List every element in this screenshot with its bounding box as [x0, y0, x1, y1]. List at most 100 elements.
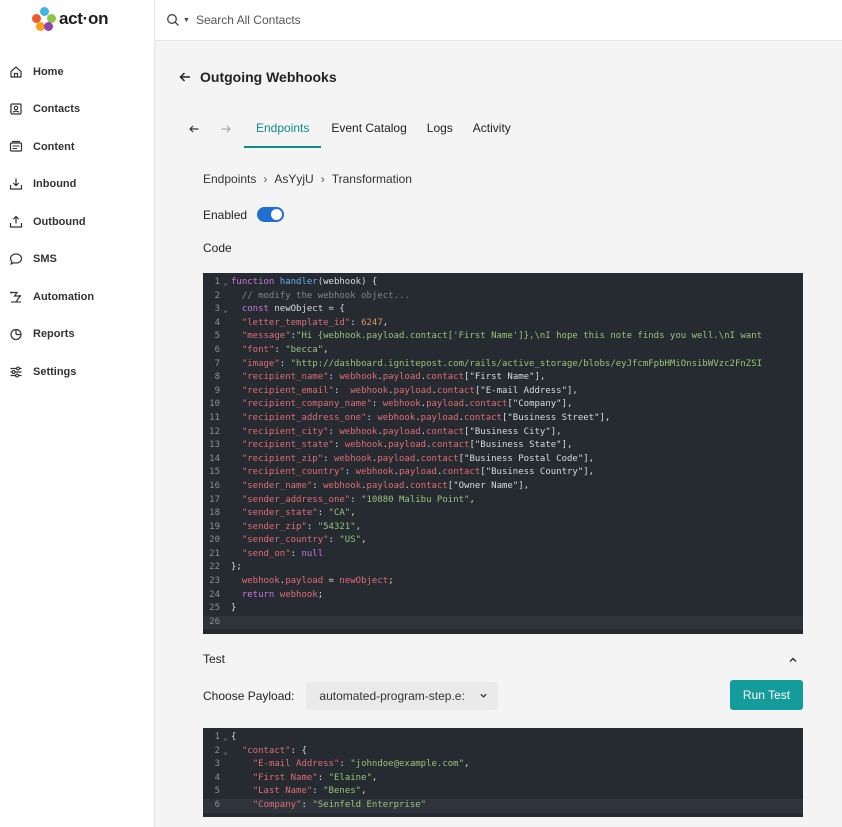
line-number: 21: [209, 548, 220, 559]
sidebar-item-home[interactable]: Home: [0, 53, 155, 91]
tab-endpoints[interactable]: Endpoints: [244, 114, 322, 148]
sidebar-item-reports[interactable]: Reports: [0, 316, 155, 354]
code-token: "First Name": [252, 772, 318, 783]
sidebar-nav: Home Contacts Content Inbound Outbound S…: [0, 53, 155, 391]
code-token: webhook: [323, 480, 362, 491]
line-number: 26: [209, 616, 220, 627]
code-token: contact: [409, 480, 448, 491]
fold-toggle-icon[interactable]: ⌄: [220, 303, 231, 317]
code-line: 9 "recipient_email": webhook.payload.con…: [203, 385, 803, 399]
sidebar-item-label: Reports: [33, 328, 75, 341]
code-token: contact: [420, 453, 459, 464]
payload-select[interactable]: automated-program-step.e:: [306, 682, 499, 710]
contacts-icon: [9, 102, 23, 116]
code-token: webhook: [241, 576, 280, 587]
code-text: "Last Name": "Benes",: [231, 785, 367, 799]
sidebar-item-settings[interactable]: Settings: [0, 353, 155, 391]
code-line: 8 "recipient_name": webhook.payload.cont…: [203, 371, 803, 385]
enabled-toggle[interactable]: [257, 207, 285, 222]
code-token: ["Company"],: [507, 399, 573, 410]
fold-gutter: [220, 480, 231, 494]
code-text: "recipient_state": webhook.payload.conta…: [231, 439, 573, 453]
logo-mark-icon: [32, 7, 56, 31]
history-forward-icon[interactable]: [220, 123, 232, 135]
collapse-chevron-icon[interactable]: [788, 655, 798, 665]
run-test-button[interactable]: Run Test: [730, 680, 803, 710]
sidebar-item-content[interactable]: Content: [0, 128, 155, 166]
search-scope-caret-icon[interactable]: ▼: [183, 17, 190, 24]
tab-activity[interactable]: Activity: [473, 114, 511, 148]
code-token: "send_on": [241, 548, 291, 559]
fold-gutter: [220, 412, 231, 426]
breadcrumb-separator-icon: ›: [263, 172, 268, 186]
code-token: payload: [399, 467, 437, 478]
code-token: ,: [382, 317, 389, 328]
test-payload-editor[interactable]: 1 ⌄{2 ⌄ "contact": {3 "E-mail Address": "j…: [203, 728, 803, 817]
code-token: payload: [382, 372, 421, 383]
code-token: "recipient_city": [241, 426, 329, 437]
act-on-logo[interactable]: act·on: [32, 5, 109, 33]
line-number: 3: [214, 304, 220, 315]
code-token: contact: [431, 440, 470, 451]
sidebar-item-label: Content: [33, 140, 75, 153]
fold-toggle-icon[interactable]: ⌄: [220, 276, 231, 290]
page-title: Outgoing Webhooks: [200, 69, 337, 85]
line-number: 9: [214, 385, 220, 396]
code-token: "Hi {webhook.payload.contact['First Name…: [296, 331, 763, 342]
inbound-icon: [9, 177, 23, 191]
back-arrow-icon[interactable]: [178, 70, 192, 84]
code-token: ["E-mail Address"],: [474, 385, 578, 396]
code-token: // modify the webhook object...: [241, 290, 410, 301]
code-token: "sender_address_one": [241, 494, 351, 505]
code-line: 3 "E-mail Address": "johndoe@example.com…: [203, 758, 803, 772]
code-text: "recipient_country": webhook.payload.con…: [231, 466, 594, 480]
tab-logs[interactable]: Logs: [427, 114, 453, 148]
code-line: 17 "sender_address_one": "10880 Malibu P…: [203, 494, 803, 508]
fold-gutter: [220, 317, 231, 331]
sidebar-item-inbound[interactable]: Inbound: [0, 166, 155, 204]
line-number: 1: [214, 732, 220, 742]
breadcrumb-endpoint-id[interactable]: AsYyjU: [274, 172, 313, 186]
breadcrumb-endpoints[interactable]: Endpoints: [203, 172, 256, 186]
code-text: "image": "http://dashboard.ignitepost.co…: [231, 358, 762, 372]
search-input[interactable]: [195, 13, 496, 27]
history-back-icon[interactable]: [188, 123, 200, 135]
fold-toggle-icon[interactable]: ⌄: [220, 731, 231, 745]
search-icon[interactable]: [166, 13, 180, 27]
code-token: "johndoe@example.com": [350, 759, 465, 770]
code-token: :: [366, 412, 378, 423]
code-token: webhook: [333, 453, 372, 464]
code-token: :: [328, 426, 340, 437]
code-text: "recipient_company_name": webhook.payloa…: [231, 398, 573, 412]
code-text: "sender_zip": "54321",: [231, 521, 361, 535]
code-text: "recipient_name": webhook.payload.contac…: [231, 371, 545, 385]
code-token: ["Owner Name"],: [447, 480, 530, 491]
line-number: 12: [209, 426, 220, 437]
tab-event-catalog[interactable]: Event Catalog: [331, 114, 406, 148]
code-line: 25}: [203, 602, 803, 616]
code-editor[interactable]: 1 ⌄ function handler(webhook) {2 // modify…: [203, 273, 803, 634]
code-text: "sender_address_one": "10880 Malibu Poin…: [231, 494, 475, 508]
code-token: contact: [469, 399, 508, 410]
code-token: contact: [436, 385, 475, 396]
code-token: "recipient_zip": [241, 453, 324, 464]
line-number: 14: [209, 453, 220, 464]
line-number: 25: [209, 603, 220, 614]
code-token: payload: [285, 576, 324, 587]
logo-text: act·on: [59, 9, 109, 28]
code-token: ,: [469, 494, 475, 505]
code-token: ;: [317, 589, 324, 600]
code-token: "recipient_state": [241, 440, 334, 451]
fold-toggle-icon[interactable]: ⌄: [220, 745, 231, 759]
sidebar-item-contacts[interactable]: Contacts: [0, 91, 155, 129]
sidebar-item-sms[interactable]: SMS: [0, 241, 155, 279]
fold-gutter: [220, 589, 231, 603]
code-line: 3 ⌄ const newObject = {: [203, 303, 803, 317]
sidebar-item-automation[interactable]: Automation: [0, 278, 155, 316]
sidebar-item-outbound[interactable]: Outbound: [0, 203, 155, 241]
